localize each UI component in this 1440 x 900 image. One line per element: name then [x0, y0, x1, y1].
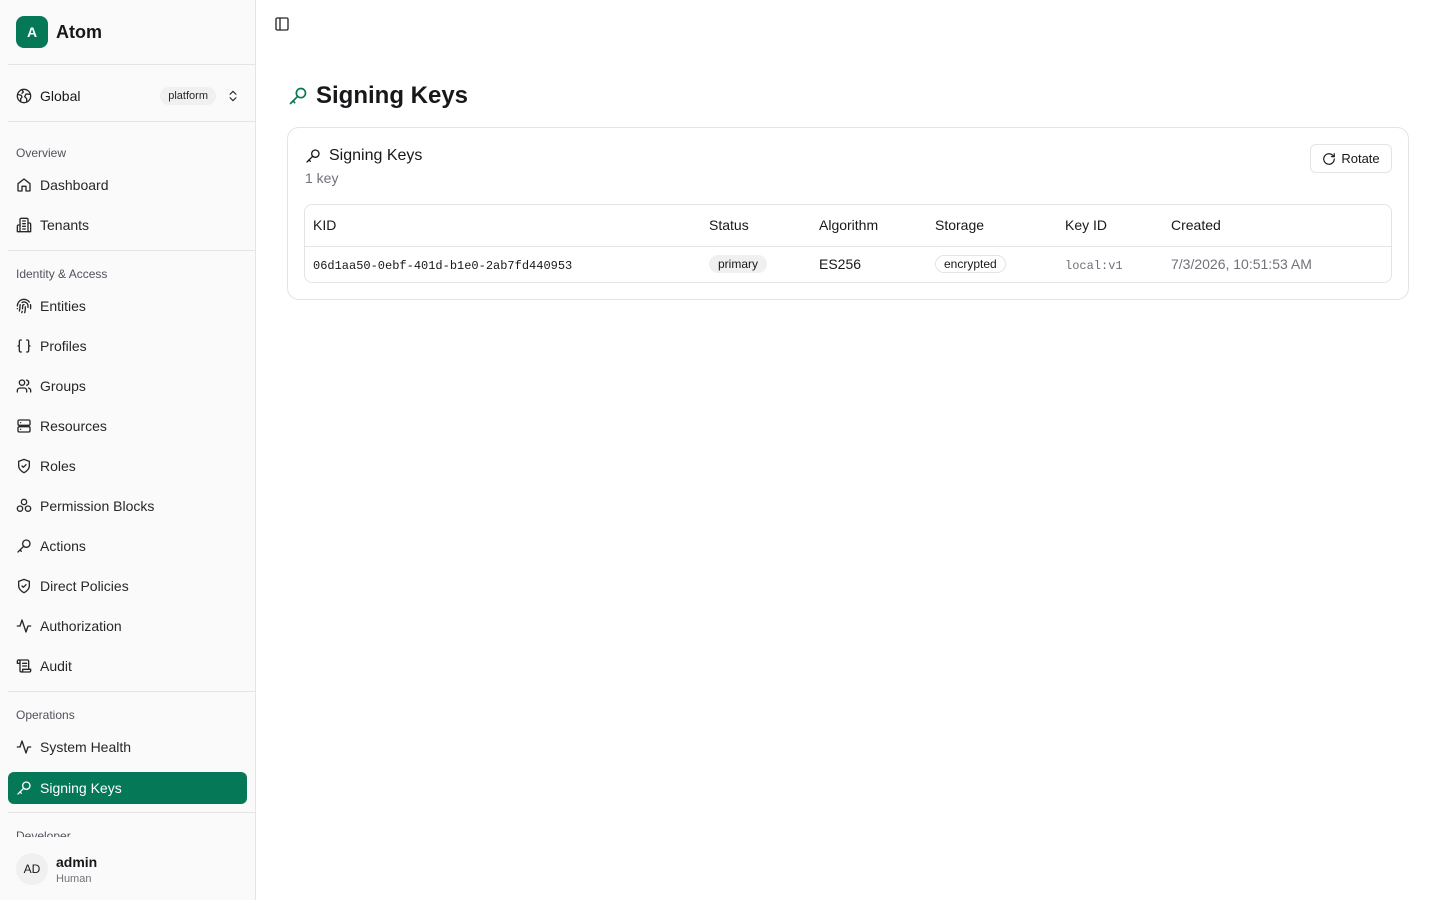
sidebar-item-actions[interactable]: Actions	[8, 530, 247, 562]
column-header-status: Status	[701, 205, 811, 247]
key-icon	[288, 86, 308, 106]
sidebar-item-label: Tenants	[40, 217, 90, 233]
column-header-kid: KID	[305, 205, 701, 247]
brand-name: Atom	[56, 21, 102, 42]
sidebar-item-direct-policies[interactable]: Direct Policies	[8, 570, 247, 602]
refresh-icon	[1322, 152, 1336, 166]
sidebar-item-label: Roles	[40, 458, 76, 474]
nav-group-title: Operations	[16, 708, 75, 722]
activity-icon	[16, 739, 32, 755]
shield-check-icon	[16, 458, 32, 474]
user-role: Human	[56, 872, 92, 885]
table-header-row: KID Status Algorithm Storage Key ID Crea…	[305, 205, 1391, 247]
nav-group-title: Developer	[16, 829, 71, 837]
chevrons-up-down-icon	[226, 89, 240, 103]
users-icon	[16, 378, 32, 394]
sidebar-item-audit[interactable]: Audit	[8, 650, 247, 682]
sidebar-toggle-button[interactable]	[273, 15, 291, 33]
sidebar-item-resources[interactable]: Resources	[8, 410, 247, 442]
page-header: Signing Keys	[288, 82, 468, 110]
user-menu[interactable]: AD admin Human	[0, 838, 255, 900]
fingerprint-icon	[16, 298, 32, 314]
home-icon	[16, 177, 32, 193]
status-badge: primary	[709, 255, 768, 274]
blocks-icon	[16, 498, 32, 514]
sidebar-item-label: Profiles	[40, 338, 87, 354]
card-title: Signing Keys	[329, 147, 423, 164]
created-value: 7/3/2026, 10:51:53 AM	[1171, 256, 1312, 273]
column-header-key-id: Key ID	[1057, 205, 1163, 247]
rotate-button[interactable]: Rotate	[1310, 144, 1392, 173]
sidebar-item-signing-keys[interactable]: Signing Keys	[8, 772, 247, 804]
kid-value: 06d1aa50-0ebf-401d-b1e0-2ab7fd440953	[313, 258, 573, 273]
sidebar-item-label: Dashboard	[40, 177, 109, 193]
key-icon	[16, 780, 32, 796]
table-row: 06d1aa50-0ebf-401d-b1e0-2ab7fd440953 pri…	[305, 246, 1391, 282]
sidebar-item-label: Direct Policies	[40, 578, 129, 594]
divider	[8, 812, 255, 813]
scope-switcher[interactable]: Global platform	[8, 78, 248, 114]
keys-table: KID Status Algorithm Storage Key ID Crea…	[304, 204, 1392, 283]
server-icon	[16, 418, 32, 434]
user-name: admin	[56, 853, 98, 870]
sidebar-item-label: Entities	[40, 298, 86, 314]
algorithm-value: ES256	[819, 256, 862, 273]
sidebar-item-label: Resources	[40, 418, 107, 434]
divider	[8, 691, 255, 692]
sidebar-item-system-health[interactable]: System Health	[8, 731, 247, 763]
building-icon	[16, 217, 32, 233]
divider	[8, 64, 255, 65]
sidebar-item-label: System Health	[40, 739, 132, 755]
sidebar-item-tenants[interactable]: Tenants	[8, 209, 247, 241]
sidebar-item-permission-blocks[interactable]: Permission Blocks	[8, 490, 247, 522]
signing-keys-card: Signing Keys 1 key Rotate KID Status Alg…	[287, 127, 1409, 300]
brand-logo: A	[16, 16, 48, 48]
sidebar-item-authorization[interactable]: Authorization	[8, 610, 247, 642]
sidebar-item-profiles[interactable]: Profiles	[8, 330, 247, 362]
divider	[8, 250, 255, 251]
column-header-algorithm: Algorithm	[811, 205, 927, 247]
sidebar-item-entities[interactable]: Entities	[8, 290, 247, 322]
panel-left-icon	[274, 16, 290, 32]
nav-group-title: Identity & Access	[16, 267, 108, 281]
sidebar-item-label: Authorization	[40, 618, 122, 634]
sidebar-item-label: Signing Keys	[40, 780, 122, 796]
sidebar-item-roles[interactable]: Roles	[8, 450, 247, 482]
globe-icon	[16, 88, 32, 104]
sidebar-item-label: Actions	[40, 538, 86, 554]
shield-check-icon	[16, 578, 32, 594]
nav-group-title: Overview	[16, 146, 67, 160]
key-id-value: local:v1	[1065, 258, 1123, 273]
key-icon	[16, 538, 32, 554]
sidebar-item-dashboard[interactable]: Dashboard	[8, 169, 247, 201]
avatar: AD	[16, 853, 48, 885]
key-count: 1 key	[305, 170, 339, 186]
scroll-icon	[16, 658, 32, 674]
sidebar-item-label: Audit	[40, 658, 72, 674]
scope-label: Global	[40, 88, 81, 104]
divider	[8, 121, 255, 122]
card-header: Signing Keys	[305, 147, 422, 165]
column-header-storage: Storage	[927, 205, 1057, 247]
sidebar-item-label: Groups	[40, 378, 86, 394]
key-icon	[305, 148, 321, 164]
sidebar-item-label: Permission Blocks	[40, 498, 155, 514]
braces-icon	[16, 338, 32, 354]
column-header-created: Created	[1163, 205, 1391, 247]
page-title: Signing Keys	[316, 82, 469, 109]
activity-icon	[16, 618, 32, 634]
sidebar-item-groups[interactable]: Groups	[8, 370, 247, 402]
brand[interactable]: A Atom	[16, 16, 102, 48]
scope-badge: platform	[160, 87, 216, 105]
rotate-label: Rotate	[1341, 151, 1380, 166]
storage-badge: encrypted	[935, 255, 1006, 274]
sidebar: A Atom Global platform Overview Dashboar…	[0, 0, 256, 900]
